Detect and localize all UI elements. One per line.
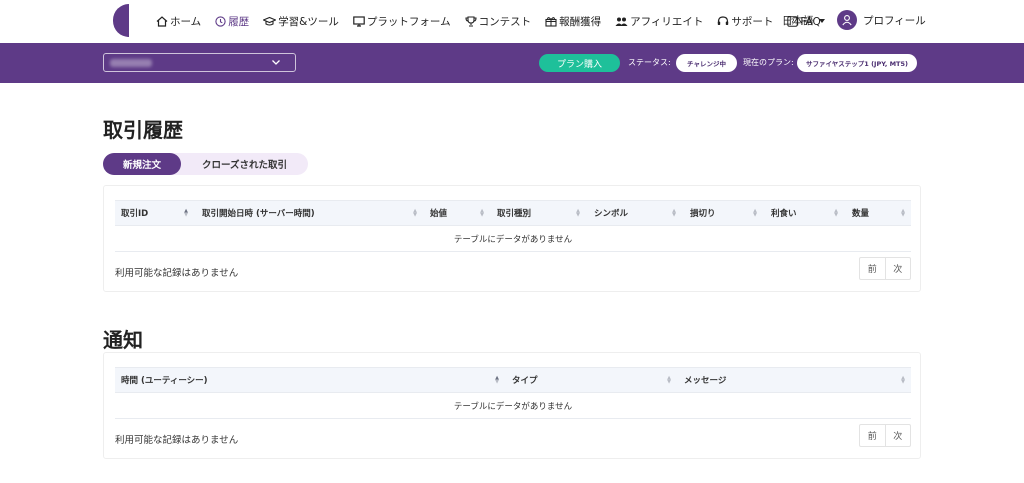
nav-label: ホーム xyxy=(170,16,202,28)
records-info: 利用可能な記録はありません xyxy=(115,268,239,279)
column-header-time-utc[interactable]: 時間 (ユーティーシー) xyxy=(121,368,208,392)
notifications-title: 通知 xyxy=(103,328,143,352)
top-navbar: ホーム 履歴 学習&ツール プラットフォーム コンテスト 報酬獲得 アフィリエイ… xyxy=(0,0,1024,43)
pagination: 前 次 xyxy=(859,257,911,280)
sort-icon[interactable]: ▲ ▼ xyxy=(666,376,672,385)
account-bar: プラン購入 ステータス: チャレンジ中 現在のプラン: サファイヤステップ1 (… xyxy=(0,43,1024,83)
avatar xyxy=(837,10,857,30)
language-select[interactable]: 日本語 xyxy=(782,13,825,28)
headset-icon xyxy=(718,16,729,25)
nav-label: 学習&ツール xyxy=(278,16,339,28)
user-icon xyxy=(842,15,852,26)
column-header-trade-id[interactable]: 取引ID xyxy=(121,201,148,225)
nav-label: アフィリエイト xyxy=(630,16,704,28)
nav-item-contest[interactable]: コンテスト xyxy=(465,14,532,29)
nav-item-learning-tools[interactable]: 学習&ツール xyxy=(263,14,339,29)
sort-icon[interactable]: ▲ ▼ xyxy=(575,209,581,218)
sort-icon[interactable]: ▲ ▼ xyxy=(183,209,189,218)
profile-menu[interactable]: プロフィール xyxy=(837,10,926,30)
caret-down-icon xyxy=(818,18,825,23)
nav-item-history[interactable]: 履歴 xyxy=(215,14,249,29)
clock-icon xyxy=(215,16,226,27)
sort-icon[interactable]: ▲ ▼ xyxy=(412,209,418,218)
graduation-cap-icon xyxy=(263,16,277,26)
pagination: 前 次 xyxy=(859,424,911,447)
column-header-volume[interactable]: 数量 xyxy=(852,201,869,225)
main-nav: ホーム 履歴 学習&ツール プラットフォーム コンテスト 報酬獲得 アフィリエイ… xyxy=(156,0,835,43)
column-header-open-time[interactable]: 取引開始日時 (サーバー時間) xyxy=(202,201,315,225)
nav-item-platform[interactable]: プラットフォーム xyxy=(353,14,451,29)
monitor-icon xyxy=(353,16,365,27)
records-info: 利用可能な記録はありません xyxy=(115,435,239,446)
sort-icon[interactable]: ▲ ▼ xyxy=(479,209,485,218)
current-plan-label: 現在のプラン: xyxy=(743,58,794,67)
profile-label: プロフィール xyxy=(863,14,926,27)
sort-icon[interactable]: ▲ ▼ xyxy=(671,209,677,218)
empty-table-message: テーブルにデータがありません xyxy=(115,393,911,419)
column-header-symbol[interactable]: シンボル xyxy=(594,201,628,225)
gift-icon xyxy=(545,17,557,27)
buy-plan-button[interactable]: プラン購入 xyxy=(539,54,620,72)
page-title: 取引履歴 xyxy=(103,118,183,142)
column-header-take-profit[interactable]: 利食い xyxy=(771,201,797,225)
history-tabs: 新規注文 クローズされた取引 xyxy=(103,153,308,175)
next-page-button[interactable]: 次 xyxy=(884,425,911,446)
next-page-button[interactable]: 次 xyxy=(884,258,911,279)
sort-icon[interactable]: ▲ ▼ xyxy=(900,376,906,385)
account-select[interactable] xyxy=(103,53,296,72)
column-header-trade-type[interactable]: 取引種別 xyxy=(497,201,531,225)
nav-label: 履歴 xyxy=(228,16,250,28)
trade-history-table-card: 取引ID ▲ ▼ 取引開始日時 (サーバー時間) ▲ ▼ 始値 ▲ ▼ 取引種別 ▲ ▼… xyxy=(103,185,921,292)
nav-label: サポート xyxy=(731,16,774,28)
nav-item-rewards[interactable]: 報酬獲得 xyxy=(545,14,601,29)
notifications-table-card: 時間 (ユーティーシー) ▲ ▼ タイプ ▲ ▼ メッセージ ▲ ▼ テーブルにデータ… xyxy=(103,352,921,459)
logo[interactable] xyxy=(113,4,129,37)
trophy-icon xyxy=(465,16,477,27)
tab-closed-trades[interactable]: クローズされた取引 xyxy=(181,153,308,175)
table-header: 時間 (ユーティーシー) ▲ ▼ タイプ ▲ ▼ メッセージ ▲ ▼ xyxy=(115,367,911,393)
current-plan-badge: サファイヤステップ1 (JPY, MT5) xyxy=(797,54,917,72)
nav-label: 報酬獲得 xyxy=(559,16,602,28)
column-header-open-price[interactable]: 始値 xyxy=(430,201,447,225)
sort-icon[interactable]: ▲ ▼ xyxy=(833,209,839,218)
sort-icon[interactable]: ▲ ▼ xyxy=(494,376,500,385)
empty-table-message: テーブルにデータがありません xyxy=(115,226,911,252)
account-id-redacted xyxy=(110,59,152,67)
nav-item-home[interactable]: ホーム xyxy=(156,14,201,29)
nav-item-affiliate[interactable]: アフィリエイト xyxy=(615,14,703,29)
status-label: ステータス: xyxy=(628,58,671,67)
nav-label: コンテスト xyxy=(478,16,532,28)
sort-icon[interactable]: ▲ ▼ xyxy=(900,209,906,218)
tab-new-orders[interactable]: 新規注文 xyxy=(103,153,181,175)
nav-item-support[interactable]: サポート xyxy=(717,14,773,29)
nav-label: プラットフォーム xyxy=(366,16,451,28)
home-icon xyxy=(156,16,168,27)
column-header-stop-loss[interactable]: 損切り xyxy=(690,201,716,225)
column-header-message[interactable]: メッセージ xyxy=(684,368,726,392)
prev-page-button[interactable]: 前 xyxy=(860,258,885,279)
status-badge: チャレンジ中 xyxy=(676,54,737,72)
column-header-type[interactable]: タイプ xyxy=(512,368,538,392)
table-header: 取引ID ▲ ▼ 取引開始日時 (サーバー時間) ▲ ▼ 始値 ▲ ▼ 取引種別 ▲ ▼… xyxy=(115,200,911,226)
prev-page-button[interactable]: 前 xyxy=(860,425,885,446)
sort-icon[interactable]: ▲ ▼ xyxy=(752,209,758,218)
chevron-down-icon xyxy=(272,60,280,65)
language-label: 日本語 xyxy=(782,15,814,27)
users-icon xyxy=(615,17,628,26)
